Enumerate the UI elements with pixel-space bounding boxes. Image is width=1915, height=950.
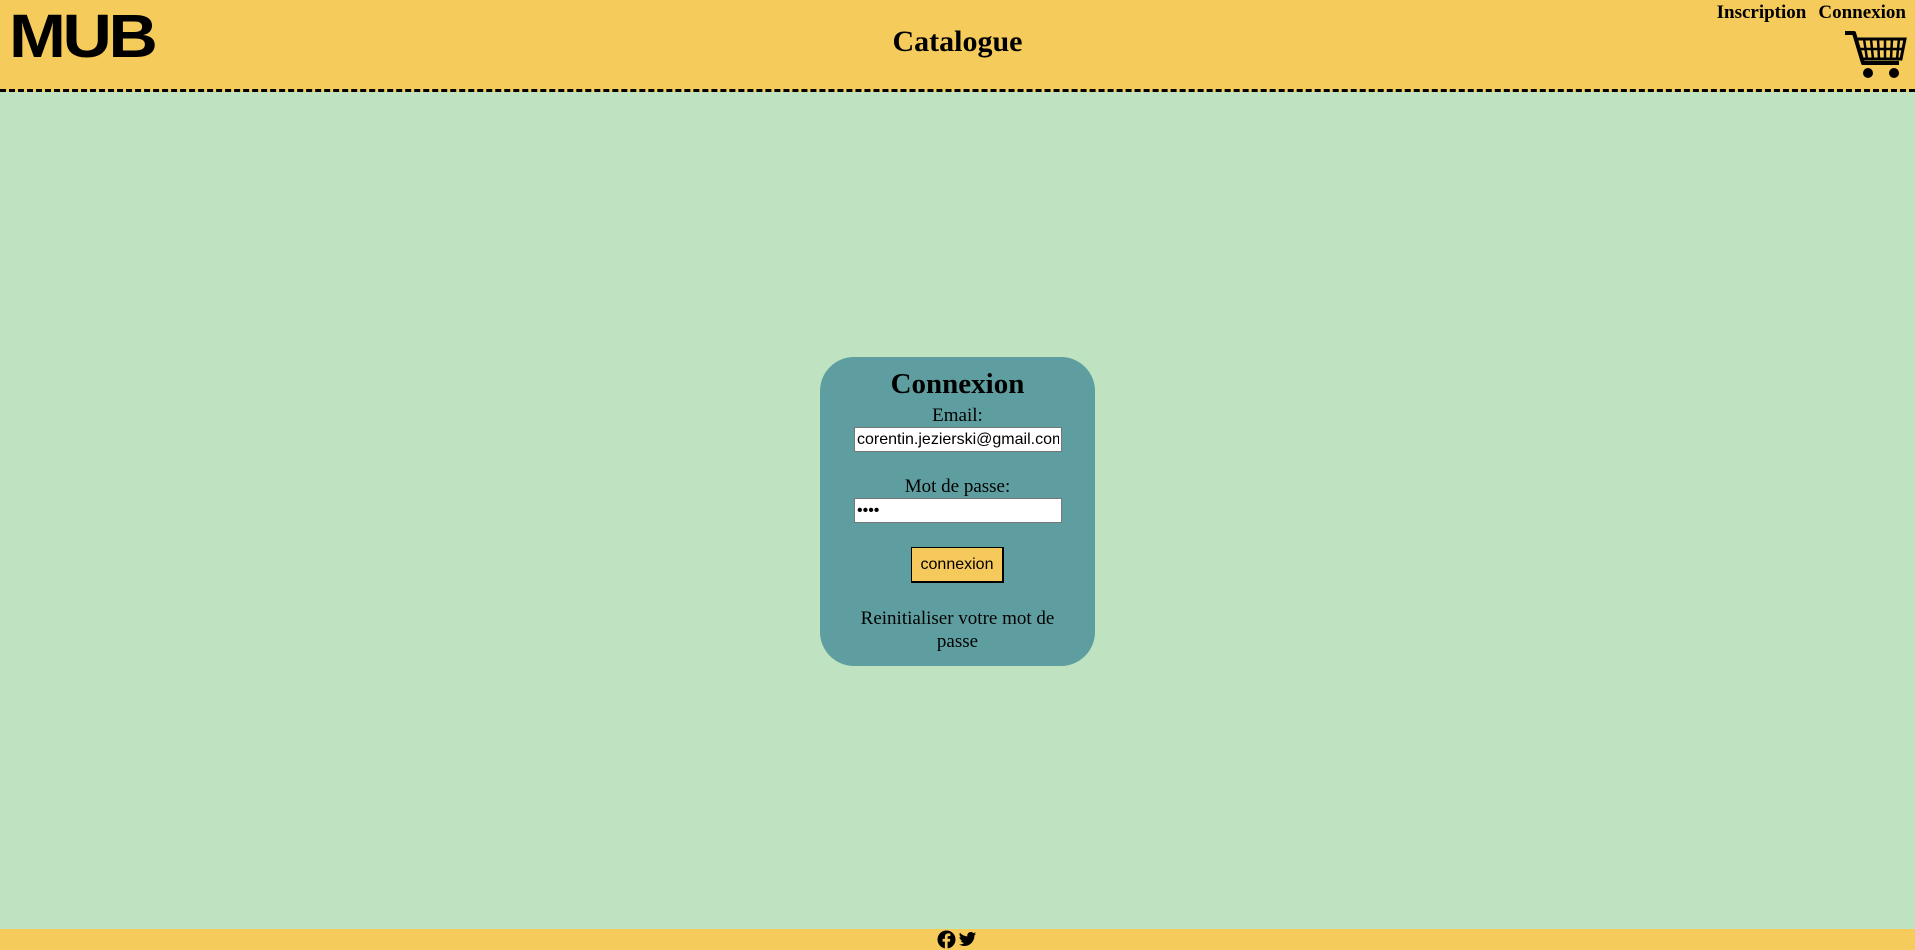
page-title[interactable]: Catalogue xyxy=(0,27,1915,57)
password-label: Mot de passe: xyxy=(904,476,1011,497)
email-label: Email: xyxy=(932,405,983,426)
reset-password-link[interactable]: Reinitialiser votre mot de passe xyxy=(850,608,1065,654)
login-heading: Connexion xyxy=(890,368,1025,400)
social-links xyxy=(937,930,977,949)
twitter-icon[interactable] xyxy=(958,930,977,949)
register-link[interactable]: Inscription xyxy=(1717,2,1807,24)
top-nav: Inscription Connexion xyxy=(1717,2,1906,24)
login-link[interactable]: Connexion xyxy=(1818,2,1906,24)
shopping-cart-icon[interactable] xyxy=(1843,27,1907,81)
login-button[interactable]: connexion xyxy=(911,547,1004,583)
email-field[interactable] xyxy=(854,427,1062,452)
password-field[interactable] xyxy=(854,498,1062,523)
site-footer xyxy=(0,929,1915,950)
site-header: MUB Catalogue Inscription Connexion xyxy=(0,0,1915,92)
facebook-icon[interactable] xyxy=(937,930,956,949)
login-form: Connexion Email: Mot de passe: connexion… xyxy=(820,357,1095,666)
